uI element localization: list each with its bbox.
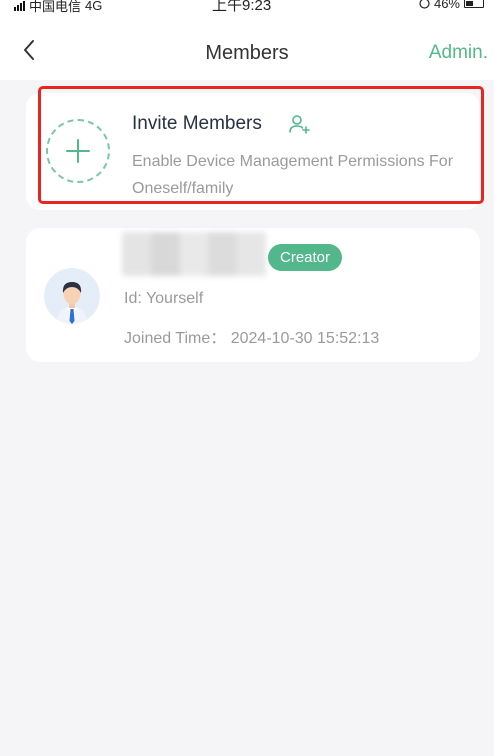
status-bar-left: 中国电信 4G	[14, 0, 102, 15]
status-time: 上午9:23	[212, 0, 272, 14]
invite-plus-button	[46, 119, 110, 183]
carrier-text: 中国电信	[29, 0, 82, 14]
network-text: 4G	[85, 0, 103, 13]
member-name-redacted	[122, 232, 266, 276]
invite-members-card[interactable]: Invite Members Enable Device Management …	[26, 93, 480, 210]
id-value: Yourself	[145, 290, 204, 307]
joined-time-row: Joined Time： 2024-10-30 15:52:13	[124, 324, 379, 348]
battery-icon	[464, 0, 484, 8]
joined-time-value: 2024-10-30 15:52:13	[230, 330, 380, 347]
person-avatar-icon	[57, 282, 87, 324]
add-user-icon	[289, 115, 310, 134]
plus-icon	[66, 139, 90, 163]
avatar	[44, 268, 100, 324]
creator-badge: Creator	[268, 244, 343, 271]
status-bar-right: 46%	[419, 0, 484, 11]
nav-bar: Members Admin.	[0, 22, 494, 80]
signal-icon	[14, 0, 25, 11]
admin-button[interactable]: Admin.	[429, 42, 488, 64]
page-title: Members	[205, 42, 289, 64]
id-label: Id:	[124, 290, 142, 307]
invite-title: Invite Members	[132, 113, 262, 134]
joined-time-label: Joined Time：	[124, 330, 227, 347]
invite-description: Enable Device Management Permissions For…	[132, 153, 454, 197]
battery-fill	[466, 1, 473, 6]
member-id-row: Id: Yourself	[124, 290, 203, 308]
alarm-icon	[419, 0, 430, 9]
status-bar: 中国电信 4G 上午9:23 46%	[0, 0, 494, 22]
battery-percent: 46%	[433, 0, 460, 11]
member-card[interactable]: Creator Id: Yourself Joined Time： 2024-1…	[26, 228, 480, 362]
